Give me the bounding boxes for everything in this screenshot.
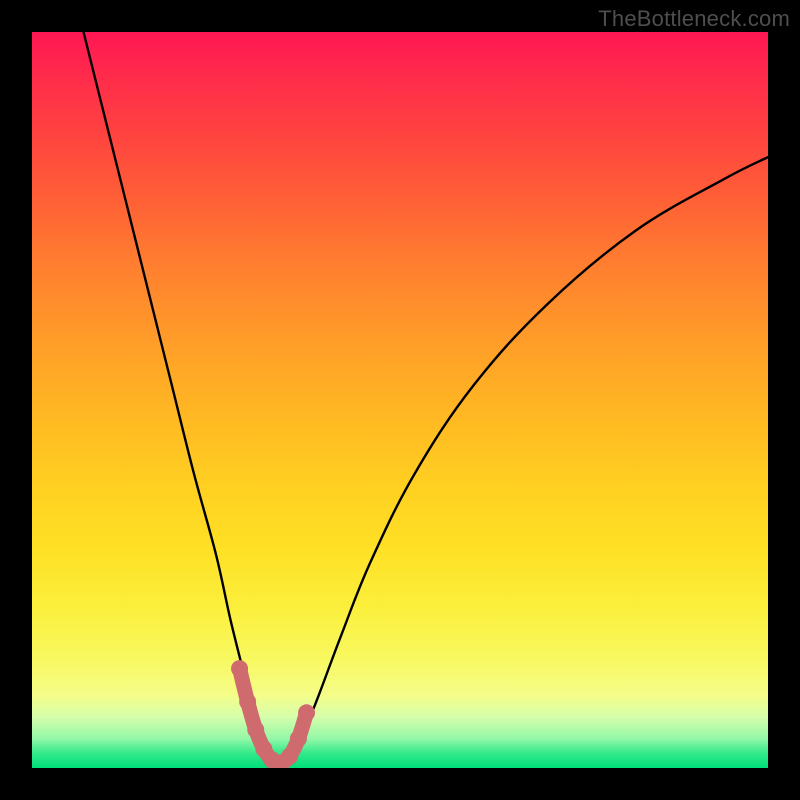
highlighted-segment	[231, 660, 315, 768]
highlight-marker	[298, 704, 315, 721]
highlight-marker	[247, 721, 264, 738]
highlight-marker	[231, 660, 248, 677]
highlight-marker	[239, 693, 256, 710]
chart-stage: TheBottleneck.com	[0, 0, 800, 800]
curve-layer	[32, 32, 768, 768]
credit-watermark: TheBottleneck.com	[598, 6, 790, 32]
highlight-marker	[290, 730, 307, 747]
plot-area	[32, 32, 768, 768]
highlight-marker	[281, 748, 298, 765]
highlighted-segment-path	[240, 669, 307, 763]
bottleneck-curve	[84, 32, 768, 766]
